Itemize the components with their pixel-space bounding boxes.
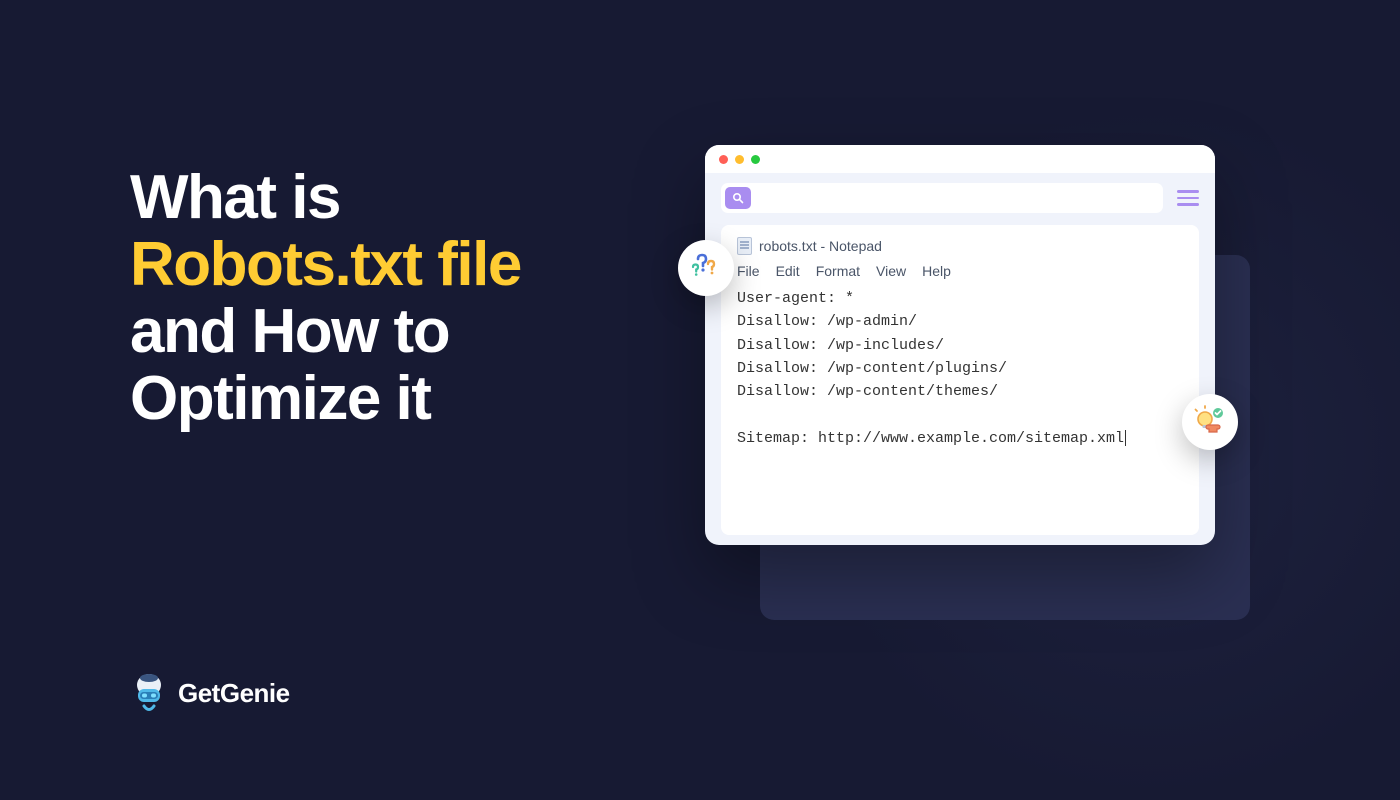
robots-line: Disallow: /wp-content/themes/ bbox=[737, 383, 998, 400]
robots-line: Disallow: /wp-admin/ bbox=[737, 313, 917, 330]
notepad-title: robots.txt - Notepad bbox=[759, 238, 882, 254]
headline-line-3: and How to bbox=[130, 299, 521, 366]
traffic-light-close-icon bbox=[719, 155, 728, 164]
idea-badge bbox=[1182, 394, 1238, 450]
menu-file: File bbox=[737, 263, 760, 279]
notepad-menu: File Edit Format View Help bbox=[737, 263, 1183, 279]
lightbulb-puzzle-icon bbox=[1193, 405, 1227, 439]
robots-line: User-agent: * bbox=[737, 290, 854, 307]
menu-help: Help bbox=[922, 263, 951, 279]
headline: What is Robots.txt file and How to Optim… bbox=[130, 165, 521, 433]
headline-line-1: What is bbox=[130, 165, 521, 232]
menu-edit: Edit bbox=[776, 263, 800, 279]
question-marks-icon bbox=[689, 251, 723, 285]
brand-name: GetGenie bbox=[178, 678, 290, 709]
headline-line-4: Optimize it bbox=[130, 366, 521, 433]
robots-line: Sitemap: http://www.example.com/sitemap.… bbox=[737, 430, 1126, 447]
window-titlebar bbox=[705, 145, 1215, 173]
browser-window: robots.txt - Notepad File Edit Format Vi… bbox=[705, 145, 1215, 545]
headline-line-2: Robots.txt file bbox=[130, 232, 521, 299]
genie-icon bbox=[130, 671, 168, 715]
menu-view: View bbox=[876, 263, 906, 279]
menu-format: Format bbox=[816, 263, 860, 279]
robots-line: Disallow: /wp-content/plugins/ bbox=[737, 360, 1007, 377]
hamburger-menu-icon bbox=[1177, 190, 1199, 206]
url-bar bbox=[721, 183, 1163, 213]
brand-logo: GetGenie bbox=[130, 671, 290, 715]
notepad-panel: robots.txt - Notepad File Edit Format Vi… bbox=[721, 225, 1199, 535]
robots-line: Disallow: /wp-includes/ bbox=[737, 337, 944, 354]
notepad-body: User-agent: * Disallow: /wp-admin/ Disal… bbox=[737, 287, 1183, 450]
notepad-title-row: robots.txt - Notepad bbox=[737, 237, 1183, 255]
search-icon bbox=[725, 187, 751, 209]
text-file-icon bbox=[737, 237, 752, 255]
traffic-light-minimize-icon bbox=[735, 155, 744, 164]
browser-toolbar bbox=[705, 173, 1215, 225]
traffic-light-zoom-icon bbox=[751, 155, 760, 164]
question-badge bbox=[678, 240, 734, 296]
